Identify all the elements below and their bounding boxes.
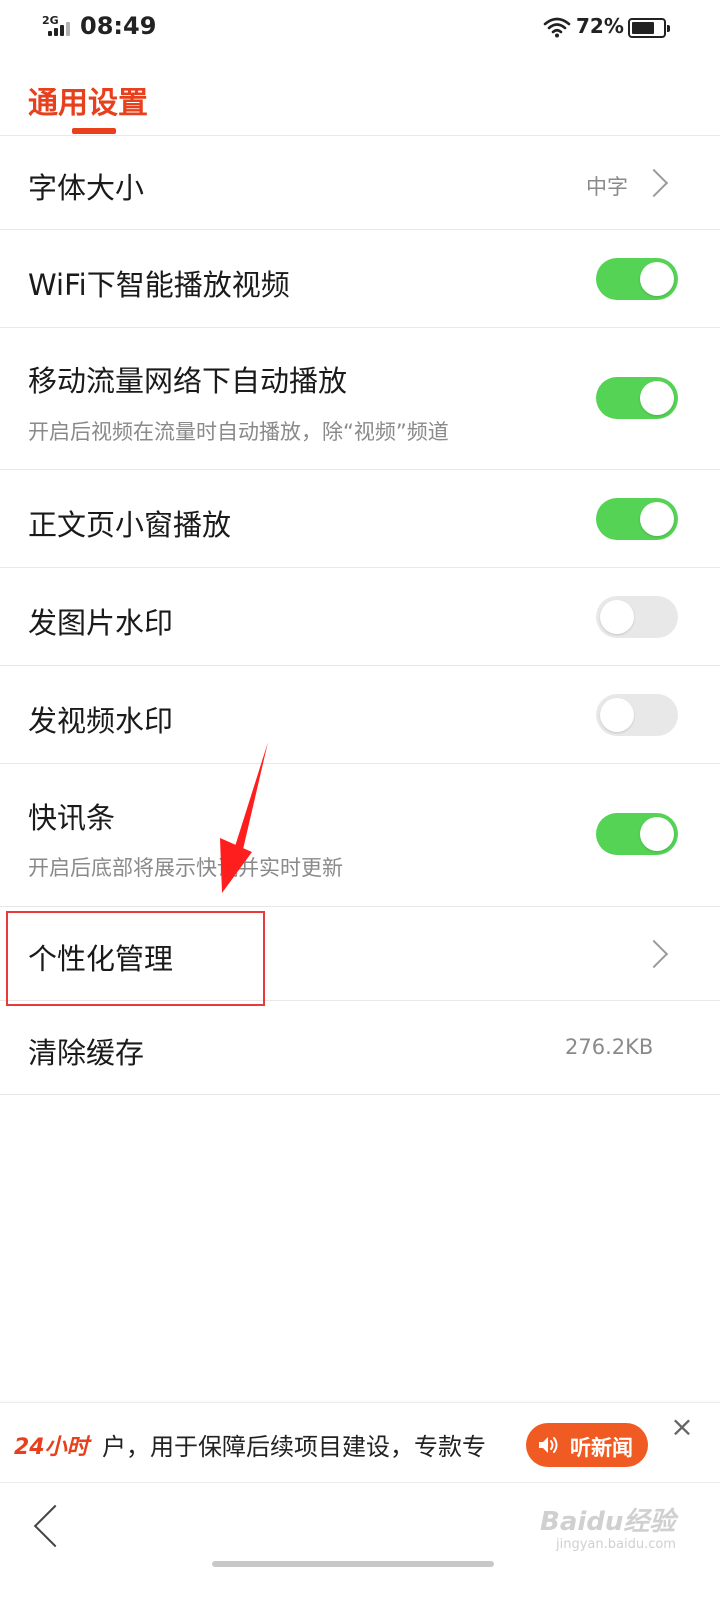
setting-news-flash: 快讯条 开启后底部将展示快讯并实时更新	[0, 764, 720, 907]
baidu-watermark: Baidu经验	[540, 1507, 676, 1537]
setting-clear-cache[interactable]: 清除缓存 276.2KB	[0, 1001, 720, 1095]
speaker-icon	[539, 1437, 558, 1453]
bottom-navigation: Baidu经验 jingyan.baidu.com	[0, 1482, 720, 1600]
listen-news-label: 听新闻	[570, 1436, 633, 1460]
chevron-right-icon	[639, 939, 669, 969]
close-icon[interactable]: ×	[670, 1413, 694, 1441]
news-ticker[interactable]: 24小时 户，用于保障后续项目建设，专款专 听新闻 ×	[0, 1402, 720, 1482]
news-flash-toggle[interactable]	[596, 813, 678, 855]
baidu-watermark-url: jingyan.baidu.com	[556, 1537, 676, 1552]
wifi-autoplay-label: WiFi下智能播放视频	[28, 268, 290, 302]
annotation-highlight-box	[6, 911, 265, 1006]
signal-icon: 2G	[40, 14, 72, 40]
image-watermark-label: 发图片水印	[28, 606, 174, 640]
clock: 08:49	[80, 12, 157, 40]
ticker-text[interactable]: 户，用于保障后续项目建设，专款专	[102, 1427, 512, 1462]
wifi-autoplay-toggle[interactable]	[596, 258, 678, 300]
status-bar: 2G 08:49 72%	[0, 0, 720, 56]
battery-icon	[628, 18, 670, 38]
video-watermark-toggle[interactable]	[596, 694, 678, 736]
setting-image-watermark: 发图片水印	[0, 568, 720, 666]
news-flash-label: 快讯条	[28, 801, 116, 835]
ticker-logo: 24小时	[14, 1435, 89, 1460]
mobile-autoplay-toggle[interactable]	[596, 377, 678, 419]
font-size-label: 字体大小	[28, 171, 145, 205]
setting-video-watermark: 发视频水印	[0, 666, 720, 764]
setting-wifi-autoplay: WiFi下智能播放视频	[0, 230, 720, 328]
page-header: 通用设置	[0, 56, 720, 136]
wifi-icon	[543, 17, 571, 38]
article-mini-window-label: 正文页小窗播放	[28, 508, 232, 542]
home-indicator[interactable]	[212, 1561, 494, 1567]
battery-percent: 72%	[576, 14, 624, 38]
chevron-right-icon	[639, 168, 669, 198]
title-underline	[72, 128, 116, 134]
setting-article-mini-window: 正文页小窗播放	[0, 470, 720, 568]
article-mini-window-toggle[interactable]	[596, 498, 678, 540]
setting-font-size[interactable]: 字体大小 中字	[0, 136, 720, 230]
listen-news-button[interactable]: 听新闻	[526, 1423, 648, 1467]
mobile-autoplay-label: 移动流量网络下自动播放	[28, 364, 348, 398]
font-size-value: 中字	[586, 175, 628, 199]
mobile-autoplay-description: 开启后视频在流量时自动播放，除“视频”频道	[28, 420, 449, 444]
video-watermark-label: 发视频水印	[28, 704, 174, 738]
image-watermark-toggle[interactable]	[596, 596, 678, 638]
setting-mobile-autoplay: 移动流量网络下自动播放 开启后视频在流量时自动播放，除“视频”频道	[0, 328, 720, 470]
back-arrow-icon[interactable]	[33, 1504, 77, 1548]
network-type: 2G	[42, 14, 59, 27]
clear-cache-label: 清除缓存	[28, 1036, 145, 1070]
page-title: 通用设置	[28, 86, 148, 121]
cache-size-value: 276.2KB	[565, 1035, 654, 1059]
news-flash-description: 开启后底部将展示快讯并实时更新	[28, 856, 343, 880]
